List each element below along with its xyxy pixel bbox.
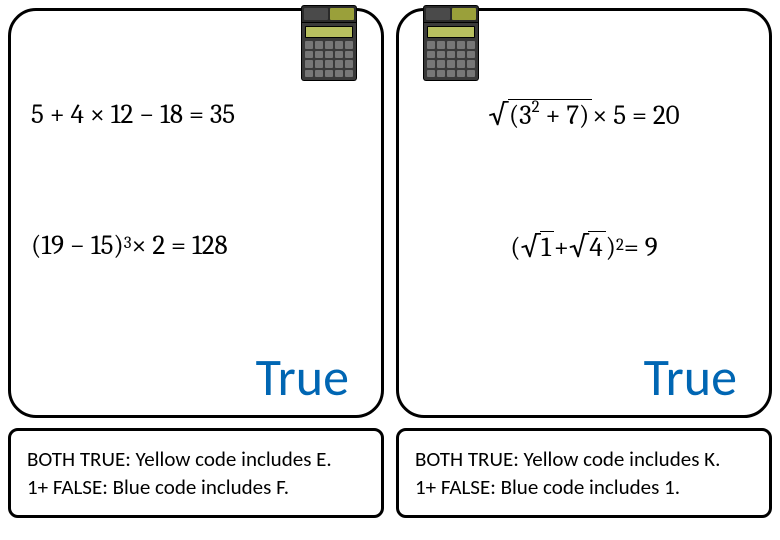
hint-line-2: 1+ FALSE: Blue code includes 1. (415, 473, 753, 501)
radicand: (32 + 7) (508, 99, 593, 131)
equation-1: 5 + 4 × 12 − 18 = 35 (31, 99, 361, 130)
math-card-right: √ (32 + 7) × 5 = 20 ( √ 1 + √ 4 (396, 8, 772, 418)
answer-label: True (419, 351, 749, 403)
equation-text: 5 + 4 × 12 − 18 = 35 (31, 99, 235, 130)
radical-icon: √ (521, 233, 541, 265)
hint-line-2: 1+ FALSE: Blue code includes F. (27, 473, 365, 501)
hint-box-left: BOTH TRUE: Yellow code includes E. 1+ FA… (8, 428, 384, 518)
equation-exponent: 3 (124, 234, 132, 253)
radical-icon: √ (569, 233, 589, 265)
hints-row: BOTH TRUE: Yellow code includes E. 1+ FA… (8, 428, 772, 518)
sqrt-expression: √ 4 (569, 231, 606, 263)
sqrt-expression: √ 1 (521, 231, 554, 263)
radicand: 4 (588, 231, 605, 263)
equation-base: (19 − 15) (31, 230, 124, 261)
equation-1: √ (32 + 7) × 5 = 20 (419, 99, 749, 131)
radicand: 1 (540, 231, 554, 263)
equation-2: (19 − 15)3 × 2 = 128 (31, 230, 361, 261)
calculator-icon (301, 5, 357, 81)
radical-icon: √ (488, 101, 508, 133)
equation-tail: × 5 = 20 (592, 100, 679, 131)
equation-tail: × 2 = 128 (131, 230, 227, 261)
calculator-icon (423, 5, 479, 81)
answer-label: True (31, 351, 361, 403)
math-card-left: 5 + 4 × 12 − 18 = 35 (19 − 15)3 × 2 = 12… (8, 8, 384, 418)
hint-line-1: BOTH TRUE: Yellow code includes E. (27, 445, 365, 473)
equation-2: ( √ 1 + √ 4 )2 = 9 (419, 231, 749, 263)
cards-row: 5 + 4 × 12 − 18 = 35 (19 − 15)3 × 2 = 12… (8, 8, 772, 418)
hint-box-right: BOTH TRUE: Yellow code includes K. 1+ FA… (396, 428, 772, 518)
sqrt-expression: √ (32 + 7) (488, 99, 592, 131)
hint-line-1: BOTH TRUE: Yellow code includes K. (415, 445, 753, 473)
